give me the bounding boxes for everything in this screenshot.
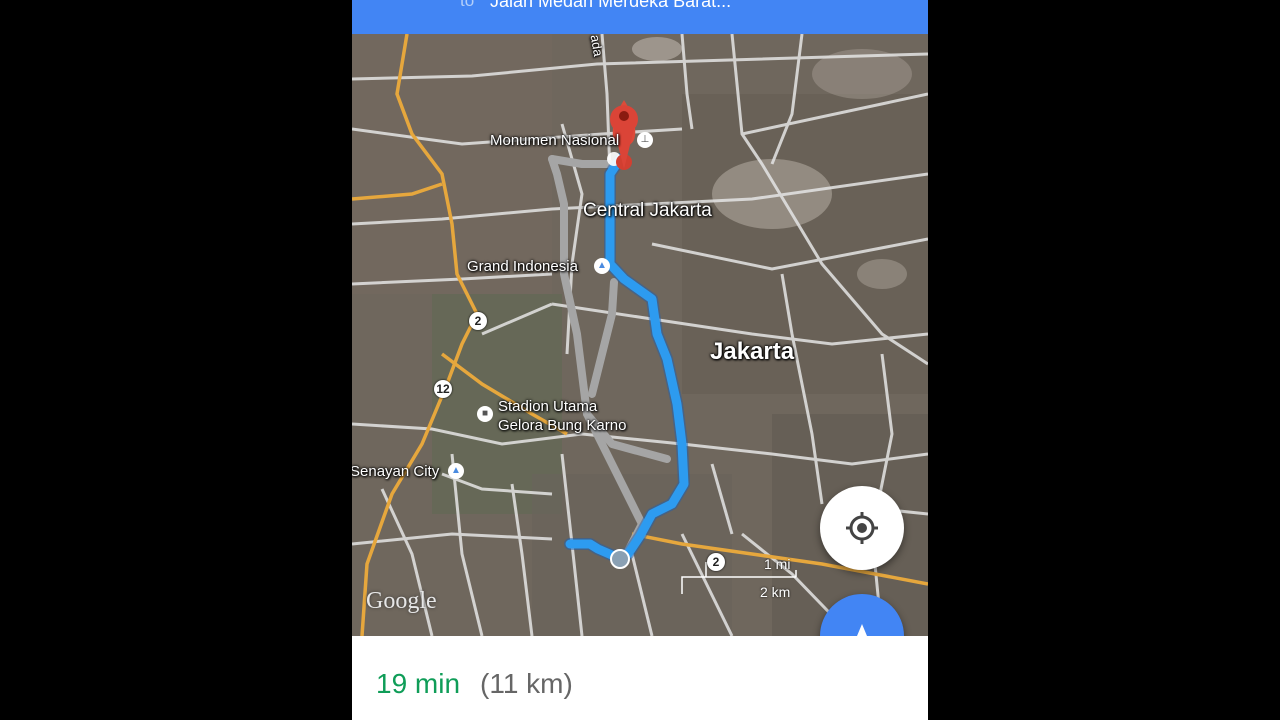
my-location-button[interactable] <box>820 486 904 570</box>
district-label-central-jakarta: Central Jakarta <box>583 200 712 221</box>
crosshair-icon <box>846 512 878 544</box>
route-summary[interactable]: 19 min (11 km) <box>352 636 928 720</box>
monument-icon[interactable]: ⊥ <box>637 132 653 148</box>
scale-miles: 1 mi <box>764 556 791 572</box>
city-label-jakarta: Jakarta <box>710 338 795 365</box>
poi-label-grand-indonesia[interactable]: Grand Indonesia <box>467 258 578 275</box>
route-distance: (11 km) <box>480 668 573 699</box>
phone-screen: to Jalan Medan Merdeka Barat... ada Monu… <box>352 0 928 720</box>
directions-header[interactable]: to Jalan Medan Merdeka Barat... <box>352 0 928 34</box>
poi-label-senayan-city[interactable]: Senayan City <box>352 463 439 480</box>
poi-label-monumen[interactable]: Monumen Nasional <box>490 132 619 149</box>
to-label: to <box>460 0 475 10</box>
road-shield: 12 <box>434 380 452 398</box>
scale-km: 2 km <box>760 584 791 600</box>
shopping-icon[interactable]: ▲ <box>448 463 464 479</box>
origin-dot <box>610 549 630 569</box>
route-duration: 19 min <box>376 668 461 699</box>
destination-field[interactable]: Jalan Medan Merdeka Barat... <box>490 0 731 12</box>
stadium-icon[interactable]: ■ <box>477 406 493 422</box>
poi-label-stadion-line1[interactable]: Stadion Utama <box>498 398 597 415</box>
google-logo: Google <box>366 588 437 614</box>
shopping-icon[interactable]: ▲ <box>594 258 610 274</box>
road-shield: 2 <box>707 553 725 571</box>
poi-label-stadion-line2[interactable]: Gelora Bung Karno <box>498 417 626 434</box>
road-shield: 2 <box>469 312 487 330</box>
